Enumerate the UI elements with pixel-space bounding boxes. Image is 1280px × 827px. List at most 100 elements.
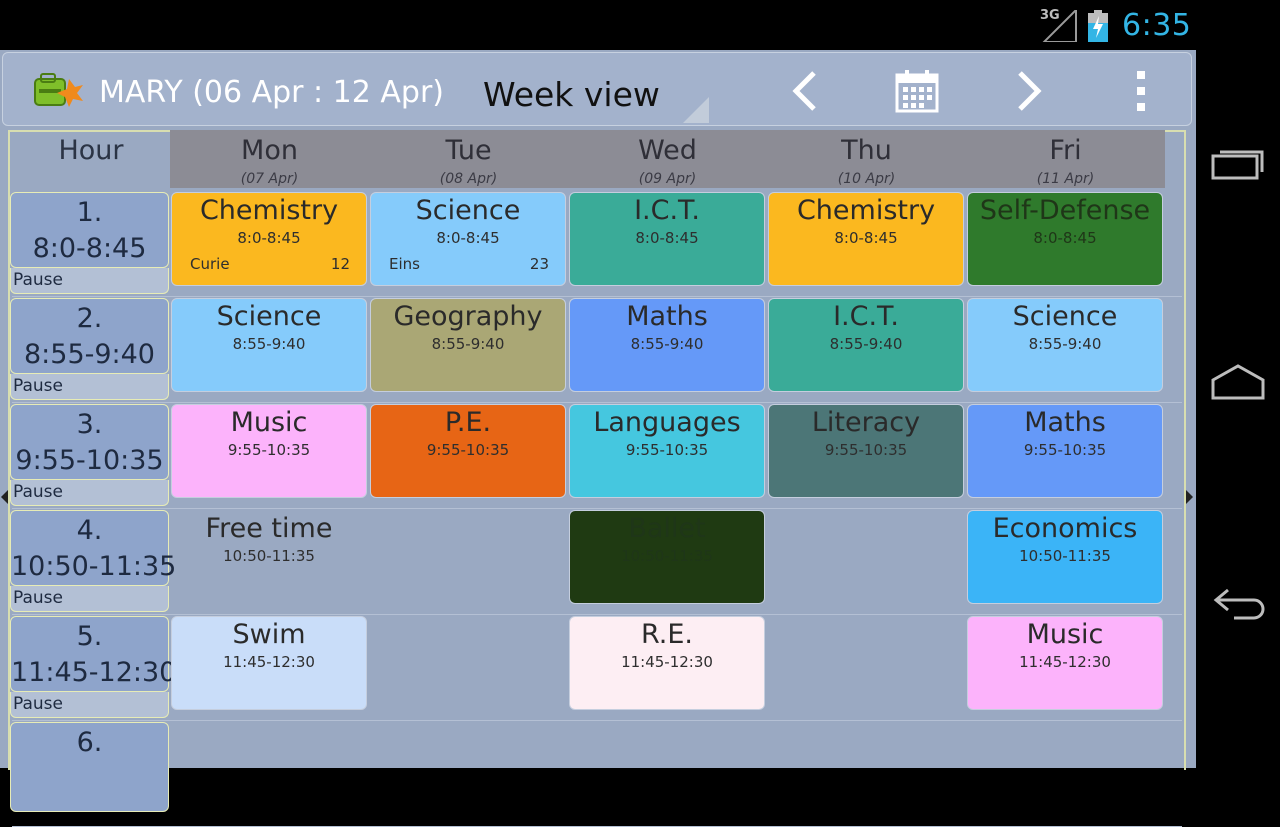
lesson-card[interactable]: Science 8:0-8:45 Eins 23 — [370, 192, 566, 286]
lesson-card[interactable]: Swim 11:45-12:30 — [171, 616, 367, 710]
day-header-mon[interactable]: Mon (07 Apr) — [170, 130, 369, 188]
lesson-card[interactable]: Free time 10:50-11:35 — [171, 510, 367, 604]
hour-number: 1. — [76, 197, 103, 228]
hour-time-range: 8:0-8:45 — [32, 233, 147, 264]
day-header-thu[interactable]: Thu (10 Apr) — [767, 130, 966, 188]
lesson-card[interactable]: Chemistry 8:0-8:45 Curie 12 — [171, 192, 367, 286]
timetable-app: MARY (06 Apr : 12 Apr) Week view Hour Mo… — [0, 50, 1196, 827]
row-separator — [12, 296, 1182, 297]
clock: 6:35 — [1122, 8, 1192, 43]
lesson-subject: P.E. — [444, 407, 492, 438]
day-header-wed[interactable]: Wed (09 Apr) — [568, 130, 767, 188]
hour-number: 5. — [76, 621, 103, 652]
hour-number: 2. — [76, 303, 103, 334]
lesson-time: 8:55-9:40 — [232, 335, 306, 353]
overflow-menu-button[interactable] — [1113, 63, 1169, 119]
pause-label: Pause — [10, 374, 169, 400]
lesson-card[interactable]: I.C.T. 8:55-9:40 — [768, 298, 964, 392]
signal-icon — [1042, 10, 1077, 42]
calendar-button[interactable] — [889, 63, 945, 119]
back-icon[interactable] — [1210, 582, 1266, 626]
lesson-card[interactable]: Ballet 10:50-11:35 — [569, 510, 765, 604]
overflow-menu-icon — [1137, 71, 1145, 111]
lesson-subject: R.E. — [640, 619, 694, 650]
lesson-card[interactable]: Geography 8:55-9:40 — [370, 298, 566, 392]
chevron-left-icon — [792, 71, 816, 111]
day-date: (11 Apr) — [1036, 171, 1095, 187]
hour-cell-3[interactable]: 3. 9:55-10:35 — [10, 404, 169, 480]
day-date: (07 Apr) — [240, 171, 299, 187]
row-separator — [12, 402, 1182, 403]
hour-time-range: 11:45-12:30 — [11, 657, 177, 688]
hour-cell-2[interactable]: 2. 8:55-9:40 — [10, 298, 169, 374]
lesson-card[interactable]: Music 11:45-12:30 — [967, 616, 1163, 710]
lesson-time: 8:0-8:45 — [237, 229, 301, 247]
lesson-time: 10:50-11:35 — [621, 547, 713, 565]
day-date: (08 Apr) — [439, 171, 498, 187]
hour-cell-4[interactable]: 4. 10:50-11:35 — [10, 510, 177, 586]
hour-number: 4. — [76, 515, 103, 546]
lesson-time: 10:50-11:35 — [1019, 547, 1111, 565]
next-week-button[interactable] — [1001, 63, 1057, 119]
lesson-subject: Chemistry — [199, 195, 339, 226]
hour-cell-6[interactable]: 6. — [10, 722, 169, 812]
lesson-teacher: Eins — [389, 255, 420, 273]
row-separator — [12, 508, 1182, 509]
lesson-card[interactable]: P.E. 9:55-10:35 — [370, 404, 566, 498]
lesson-time: 9:55-10:35 — [1023, 441, 1107, 459]
lesson-card[interactable]: Maths 8:55-9:40 — [569, 298, 765, 392]
lesson-card[interactable]: R.E. 11:45-12:30 — [569, 616, 765, 710]
scroll-right-indicator-icon[interactable] — [1186, 490, 1193, 504]
lesson-subject: Science — [1012, 301, 1118, 332]
lesson-card[interactable]: Self-Defense 8:0-8:45 — [967, 192, 1163, 286]
lesson-subject: Chemistry — [796, 195, 936, 226]
row-separator — [12, 720, 1182, 721]
view-mode-dropdown[interactable]: Week view — [483, 73, 709, 123]
lesson-time: 8:0-8:45 — [834, 229, 898, 247]
recent-apps-icon[interactable] — [1210, 140, 1266, 184]
day-header-tue[interactable]: Tue (08 Apr) — [369, 130, 568, 188]
lesson-time: 8:55-9:40 — [1028, 335, 1102, 353]
app-logo-icon[interactable] — [29, 71, 85, 111]
lesson-time: 10:50-11:35 — [223, 547, 315, 565]
lesson-subject: I.C.T. — [833, 301, 899, 332]
day-name: Fri — [1049, 135, 1082, 166]
lesson-card[interactable]: Maths 9:55-10:35 — [967, 404, 1163, 498]
lesson-subject: Literacy — [811, 407, 921, 438]
lesson-time: 11:45-12:30 — [621, 653, 713, 671]
hour-cell-5[interactable]: 5. 11:45-12:30 — [10, 616, 177, 692]
system-navigation-bar — [1196, 50, 1280, 768]
page-title: MARY (06 Apr : 12 Apr) — [99, 75, 444, 110]
lesson-room: 23 — [529, 255, 549, 273]
lesson-subject: Swim — [232, 619, 306, 650]
home-icon[interactable] — [1210, 360, 1266, 404]
hour-cell-1[interactable]: 1. 8:0-8:45 — [10, 192, 169, 268]
scroll-left-indicator-icon[interactable] — [1, 490, 8, 504]
lesson-subject: Languages — [593, 407, 741, 438]
pause-label: Pause — [10, 692, 169, 718]
lesson-teacher: Curie — [190, 255, 230, 273]
hour-number: 3. — [76, 409, 103, 440]
lesson-time: 11:45-12:30 — [1019, 653, 1111, 671]
lesson-subject: I.C.T. — [634, 195, 700, 226]
lesson-subject: Music — [230, 407, 308, 438]
row-separator — [12, 614, 1182, 615]
hour-time-range: 10:50-11:35 — [11, 551, 177, 582]
lesson-card[interactable]: Science 8:55-9:40 — [967, 298, 1163, 392]
pause-label: Pause — [10, 480, 169, 506]
day-name: Wed — [638, 135, 697, 166]
pause-label: Pause — [10, 586, 169, 612]
lesson-card[interactable]: I.C.T. 8:0-8:45 — [569, 192, 765, 286]
lesson-card[interactable]: Chemistry 8:0-8:45 — [768, 192, 964, 286]
lesson-subject: Geography — [393, 301, 543, 332]
day-header-fri[interactable]: Fri (11 Apr) — [966, 130, 1165, 188]
lesson-card[interactable]: Music 9:55-10:35 — [171, 404, 367, 498]
day-name: Thu — [841, 135, 892, 166]
lesson-card[interactable]: Languages 9:55-10:35 — [569, 404, 765, 498]
lesson-time: 9:55-10:35 — [625, 441, 709, 459]
lesson-card[interactable]: Economics 10:50-11:35 — [967, 510, 1163, 604]
lesson-subject: Maths — [1024, 407, 1106, 438]
lesson-card[interactable]: Literacy 9:55-10:35 — [768, 404, 964, 498]
lesson-card[interactable]: Science 8:55-9:40 — [171, 298, 367, 392]
previous-week-button[interactable] — [777, 63, 833, 119]
